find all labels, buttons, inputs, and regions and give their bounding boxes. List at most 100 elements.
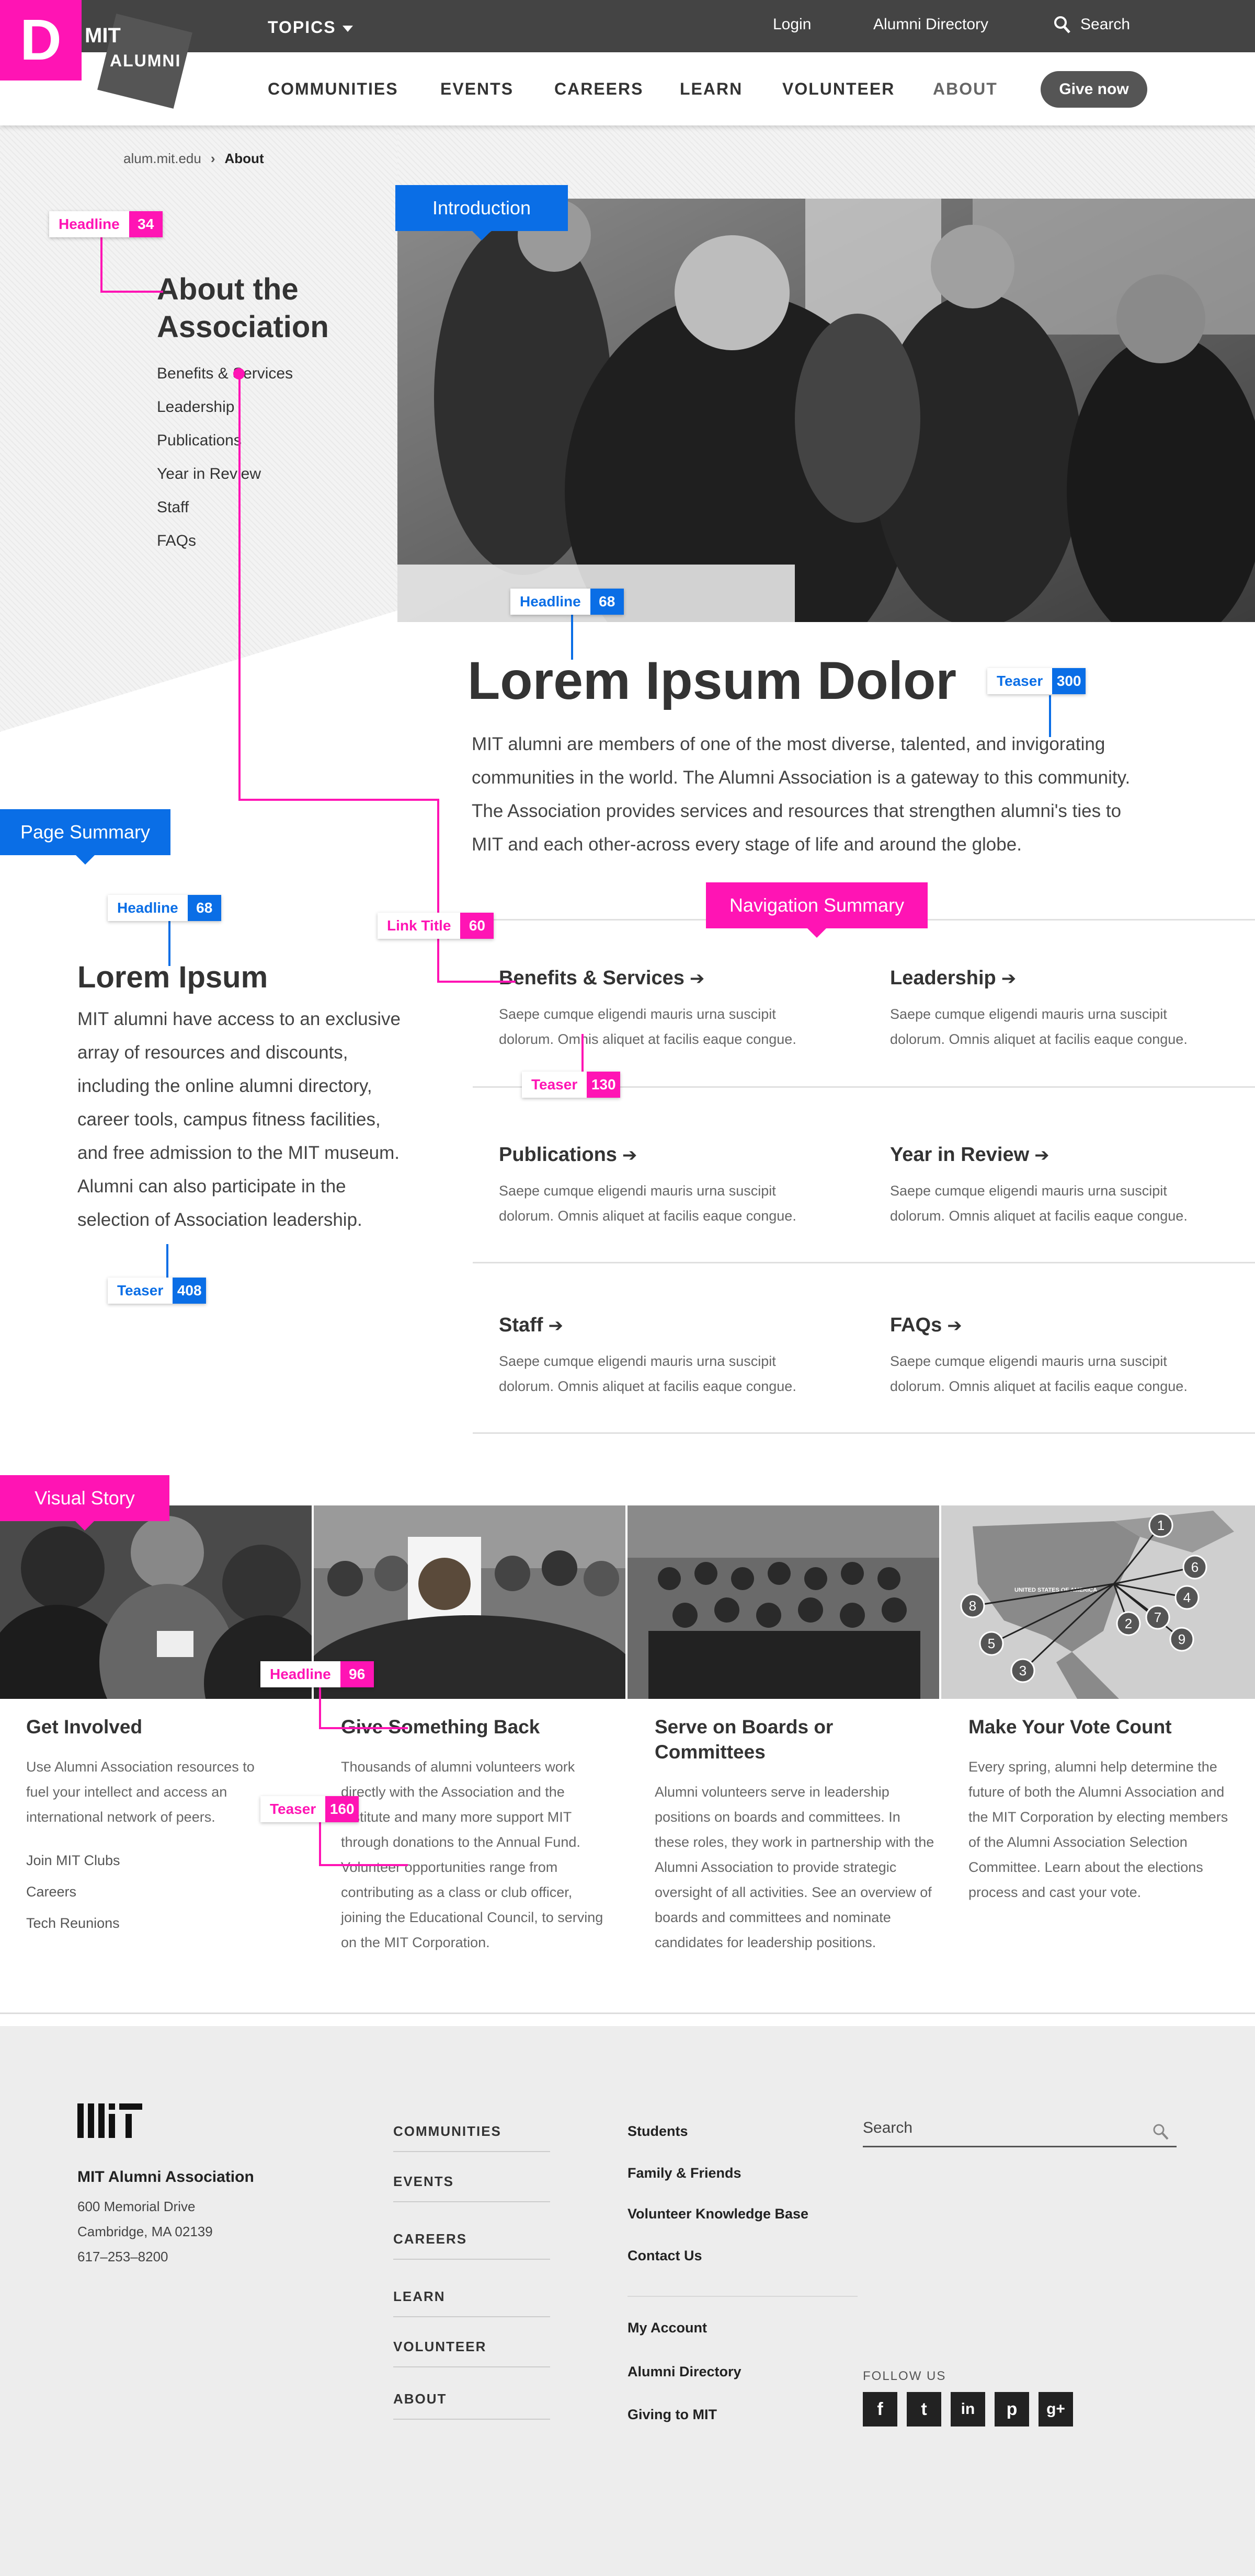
nav-events[interactable]: EVENTS bbox=[440, 79, 514, 99]
section-divider bbox=[0, 2012, 1255, 2014]
hero-image bbox=[397, 199, 1255, 622]
twitter-icon[interactable]: t bbox=[907, 2392, 941, 2426]
search-icon[interactable] bbox=[1053, 15, 1072, 36]
footer-link-my-account[interactable]: My Account bbox=[628, 2320, 707, 2336]
nav-summary-link-year-in-review[interactable]: Year in Review ➔ bbox=[890, 1144, 1049, 1166]
annotation-connector bbox=[571, 613, 573, 660]
annotation-label-teaser: Teaser 408 bbox=[108, 1278, 207, 1304]
sidebar-item-year-in-review[interactable]: Year in Review bbox=[157, 465, 261, 483]
nav-summary-teaser: Saepe cumque eligendi mauris urna suscip… bbox=[499, 1006, 796, 1047]
annotation-connector bbox=[319, 1727, 408, 1729]
join-mit-clubs-link[interactable]: Join MIT Clubs bbox=[26, 1853, 120, 1869]
search-icon[interactable] bbox=[1153, 2123, 1169, 2141]
sidebar-item-benefits[interactable]: Benefits & Services bbox=[157, 365, 293, 383]
annotation-connector bbox=[581, 1034, 584, 1077]
footer-nav-about[interactable]: ABOUT bbox=[393, 2391, 550, 2420]
annotation-label-headline: Headline 68 bbox=[510, 589, 624, 615]
nav-careers[interactable]: CAREERS bbox=[554, 79, 643, 99]
footer-nav-events[interactable]: EVENTS bbox=[393, 2174, 550, 2202]
annotation-page-summary-tab: Page Summary bbox=[0, 809, 170, 865]
link-title: FAQs bbox=[890, 1314, 942, 1336]
footer-nav-communities[interactable]: COMMUNITIES bbox=[393, 2123, 550, 2152]
nav-summary-teaser: Saepe cumque eligendi mauris urna suscip… bbox=[499, 1353, 796, 1394]
pinterest-icon[interactable]: p bbox=[995, 2392, 1029, 2426]
logo-mit-text[interactable]: MIT bbox=[85, 24, 121, 48]
annotation-connector bbox=[100, 237, 102, 293]
footer-link-directory[interactable]: Alumni Directory bbox=[628, 2364, 741, 2380]
footer-nav-careers[interactable]: CAREERS bbox=[393, 2231, 550, 2260]
arrow-right-icon: ➔ bbox=[622, 1145, 637, 1165]
topics-label: TOPICS bbox=[268, 18, 336, 37]
arrow-right-icon: ➔ bbox=[947, 1316, 962, 1336]
card-title-boards[interactable]: Serve on Boards or Committees bbox=[655, 1715, 927, 1765]
annotation-label-headline: Headline 34 bbox=[49, 211, 163, 237]
nav-summary-link-faqs[interactable]: FAQs ➔ bbox=[890, 1314, 962, 1337]
footer-phone: 617–253–8200 bbox=[77, 2249, 168, 2264]
nav-summary-link-staff[interactable]: Staff ➔ bbox=[499, 1314, 563, 1337]
sidebar-item-publications[interactable]: Publications bbox=[157, 432, 242, 450]
footer-nav-learn[interactable]: LEARN bbox=[393, 2288, 550, 2317]
grid-divider bbox=[473, 1432, 1255, 1434]
footer-divider bbox=[628, 2296, 858, 2297]
google-plus-icon[interactable]: g+ bbox=[1039, 2392, 1073, 2426]
annotation-connector bbox=[238, 373, 241, 801]
footer-link-knowledge-base[interactable]: Volunteer Knowledge Base bbox=[628, 2206, 808, 2222]
footer-link-family[interactable]: Family & Friends bbox=[628, 2165, 741, 2181]
intro-headline: Lorem Ipsum Dolor bbox=[467, 651, 957, 710]
footer-address-city: Cambridge, MA 02139 bbox=[77, 2224, 213, 2239]
footer-address-street: 600 Memorial Drive bbox=[77, 2199, 196, 2214]
footer-link-giving[interactable]: Giving to MIT bbox=[628, 2407, 717, 2423]
footer-link-contact[interactable]: Contact Us bbox=[628, 2248, 702, 2264]
give-now-button[interactable]: Give now bbox=[1041, 71, 1147, 108]
sidebar-item-leadership[interactable]: Leadership bbox=[157, 398, 234, 416]
footer-link-students[interactable]: Students bbox=[628, 2123, 688, 2140]
map-pin-label: 9 bbox=[1178, 1631, 1185, 1647]
link-title: Benefits & Services bbox=[499, 967, 684, 989]
map-pin-label: 6 bbox=[1191, 1559, 1199, 1575]
annotation-connector bbox=[1049, 695, 1051, 737]
map-pin-label: 1 bbox=[1157, 1517, 1165, 1533]
annotation-connector bbox=[437, 981, 516, 983]
search-link[interactable]: Search bbox=[1080, 16, 1130, 33]
annotation-connector bbox=[319, 1822, 321, 1866]
page-summary-headline: Lorem Ipsum bbox=[77, 960, 268, 994]
arrow-right-icon: ➔ bbox=[689, 969, 705, 988]
nav-volunteer[interactable]: VOLUNTEER bbox=[782, 79, 895, 99]
nav-summary-link-leadership[interactable]: Leadership ➔ bbox=[890, 967, 1016, 990]
nav-summary-link-publications[interactable]: Publications ➔ bbox=[499, 1144, 637, 1166]
annotation-connector bbox=[437, 799, 439, 983]
map-pin-label: 5 bbox=[988, 1636, 995, 1651]
card-title-get-involved[interactable]: Get Involved bbox=[26, 1715, 298, 1740]
topics-menu[interactable]: TOPICS bbox=[268, 18, 353, 37]
nav-communities[interactable]: COMMUNITIES bbox=[268, 79, 398, 99]
sidebar-item-staff[interactable]: Staff bbox=[157, 499, 189, 516]
vote-map-image[interactable]: UNITED STATES OF AMERICA 1 6 4 7 9 2 3 5… bbox=[941, 1505, 1255, 1699]
careers-link[interactable]: Careers bbox=[26, 1884, 76, 1900]
footer-search-input[interactable]: Search bbox=[863, 2116, 1177, 2147]
sidebar-title: About the Association bbox=[157, 272, 329, 344]
nav-summary-link-benefits[interactable]: Benefits & Services ➔ bbox=[499, 967, 704, 990]
boards-image[interactable] bbox=[628, 1505, 939, 1699]
card-teaser: Every spring, alumni help determine the … bbox=[968, 1759, 1228, 1900]
linkedin-icon[interactable]: in bbox=[951, 2392, 985, 2426]
arrow-right-icon: ➔ bbox=[1001, 969, 1017, 988]
tech-reunions-link[interactable]: Tech Reunions bbox=[26, 1915, 120, 1931]
alumni-directory-link[interactable]: Alumni Directory bbox=[873, 16, 988, 33]
login-link[interactable]: Login bbox=[773, 16, 811, 33]
nav-about[interactable]: ABOUT bbox=[933, 79, 998, 99]
nav-learn[interactable]: LEARN bbox=[680, 79, 743, 99]
chevron-right-icon: › bbox=[210, 151, 215, 166]
logo-alumni-text[interactable]: ALUMNI bbox=[110, 51, 181, 71]
breadcrumb-home[interactable]: alum.mit.edu bbox=[123, 151, 201, 166]
follow-us-label: FOLLOW US bbox=[863, 2369, 946, 2383]
facebook-icon[interactable]: f bbox=[863, 2392, 897, 2426]
nav-summary-teaser: Saepe cumque eligendi mauris urna suscip… bbox=[499, 1183, 796, 1224]
link-title: Publications bbox=[499, 1144, 617, 1166]
footer-nav-volunteer[interactable]: VOLUNTEER bbox=[393, 2339, 550, 2367]
sidebar-item-faqs[interactable]: FAQs bbox=[157, 532, 196, 550]
map-pin-label: 4 bbox=[1183, 1590, 1191, 1605]
annotation-connector bbox=[319, 1687, 321, 1729]
mit-logo-icon[interactable] bbox=[77, 2103, 142, 2138]
card-title-vote[interactable]: Make Your Vote Count bbox=[968, 1715, 1240, 1740]
card-teaser: Alumni volunteers serve in leadership po… bbox=[655, 1784, 934, 1950]
